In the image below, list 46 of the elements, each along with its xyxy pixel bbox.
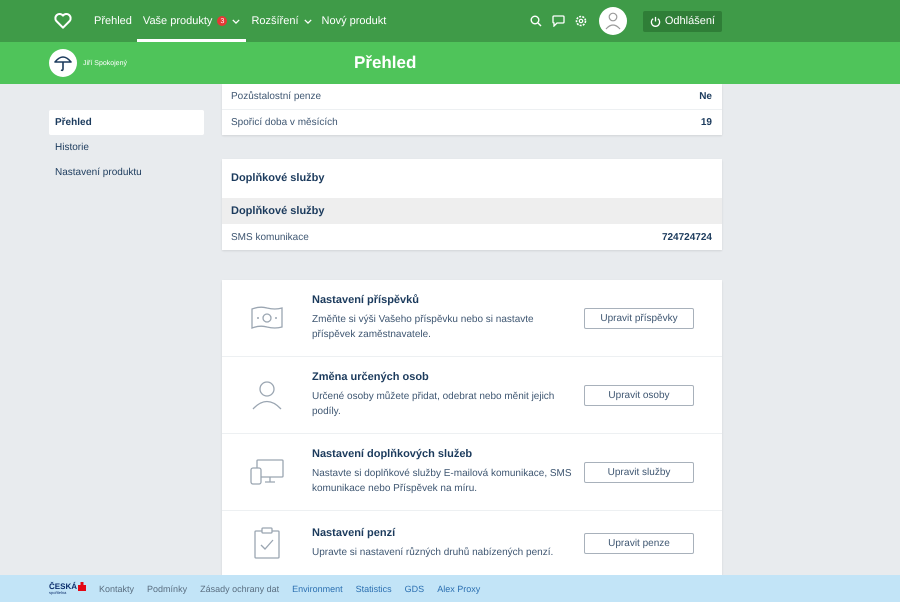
action-title: Nastavení doplňkových služeb — [312, 448, 474, 460]
sidebar-item[interactable]: Přehled — [49, 110, 204, 135]
footer-link[interactable]: Podmínky — [147, 584, 188, 594]
action-title: Nastavení příspěvků — [312, 294, 420, 306]
row-label: SMS komunikace — [231, 232, 309, 242]
footer-link[interactable]: Alex Proxy — [437, 584, 480, 594]
group-header: Doplňkové služby — [222, 198, 722, 224]
settings-icon[interactable] — [574, 15, 587, 27]
search-icon[interactable] — [530, 15, 542, 27]
person-icon — [252, 380, 282, 410]
row-label: Spořicí doba v měsících — [231, 117, 338, 128]
power-icon — [650, 16, 661, 26]
row-label: Pozůstalostní penze — [231, 91, 322, 102]
clipboard-check-icon — [254, 527, 280, 559]
nav-tab[interactable]: Rozšíření — [246, 0, 317, 42]
action-title: Nastavení penzí — [312, 526, 396, 538]
row-value: 724724724 — [662, 232, 712, 242]
devices-icon — [250, 459, 284, 485]
row-value: Ne — [699, 91, 712, 102]
action-description: Změňte si výši Vašeho příspěvku nebo si nastavte příspěvek zaměstnavatele. — [312, 313, 535, 342]
edit-button[interactable]: Upravit osoby — [584, 384, 694, 406]
avatar[interactable] — [598, 7, 627, 35]
heart-icon[interactable] — [52, 11, 74, 31]
footer-link[interactable]: Kontakty — [99, 584, 134, 594]
chat-icon[interactable] — [552, 15, 565, 27]
edit-button[interactable]: Upravit služby — [584, 462, 694, 482]
footer-link[interactable]: Environment — [292, 584, 343, 594]
sidebar-item[interactable]: Nastavení produktu — [49, 160, 204, 185]
action-description: Nastavte si doplňkové služby E-mailová komunikace, SMS komunikace nebo Příspěvek na míru. — [312, 467, 573, 496]
nav-tab[interactable]: Nový produkt — [316, 0, 392, 42]
card-title: Doplňkové služby — [230, 171, 326, 186]
row-value: 19 — [700, 117, 712, 128]
banknote-icon — [250, 305, 284, 331]
footer-link[interactable]: Zásady ochrany dat — [200, 584, 280, 594]
sidebar-item[interactable]: Historie — [49, 135, 204, 160]
action-description: Upravte si nastavení různých druhů nabízených penzí. — [312, 546, 554, 560]
action-description: Určené osoby můžete přidat, odebrat nebo měnit jejich podíly. — [312, 390, 556, 419]
action-title: Změna určených osob — [312, 371, 430, 383]
footer-link[interactable]: GDS — [404, 584, 424, 594]
nav-tab[interactable]: Přehled — [89, 0, 137, 42]
page-title: Přehled — [354, 52, 416, 74]
logout-button[interactable]: Odhlášení — [642, 10, 722, 32]
footer-link[interactable]: Statistics — [356, 584, 392, 594]
umbrella-icon — [49, 49, 77, 77]
edit-button[interactable]: Upravit příspěvky — [584, 308, 694, 328]
edit-button[interactable]: Upravit penze — [584, 532, 694, 554]
